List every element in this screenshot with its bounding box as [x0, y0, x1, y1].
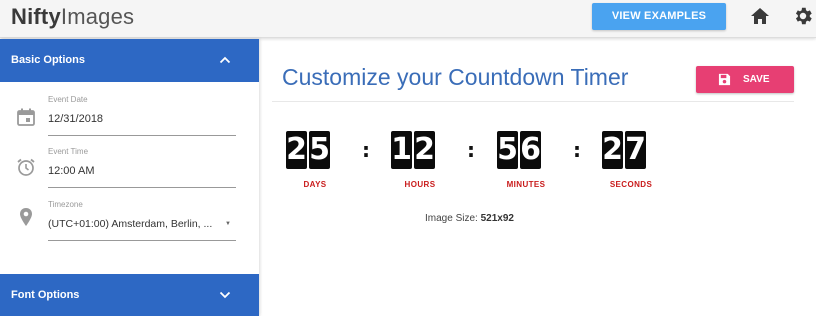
seconds-label: SECONDS	[609, 180, 653, 189]
countdown-timer-preview: 2 5 : 1 2 : 5 6 : 2 7 DAYS HOURS MINUTES…	[282, 128, 674, 192]
image-size-value: 521x92	[480, 213, 514, 224]
timezone-underline	[48, 240, 236, 241]
alarm-clock-icon	[17, 158, 35, 176]
font-options-label: Font Options	[11, 289, 80, 301]
days-label: DAYS	[303, 180, 327, 189]
save-button[interactable]: SAVE	[696, 66, 794, 93]
event-time-underline	[48, 187, 236, 188]
event-date-label: Event Date	[48, 95, 88, 104]
colon-separator: :	[467, 138, 475, 162]
minutes-digit-1: 5	[497, 131, 518, 169]
calendar-icon	[17, 108, 35, 126]
floppy-disk-icon	[718, 73, 731, 86]
page-title: Customize your Countdown Timer	[282, 64, 629, 90]
font-options-header[interactable]: Font Options	[0, 274, 259, 316]
basic-options-header[interactable]: Basic Options	[0, 39, 259, 82]
seconds-digit-1: 2	[602, 131, 623, 169]
view-examples-button[interactable]: VIEW EXAMPLES	[592, 3, 726, 30]
gear-icon[interactable]	[792, 5, 814, 27]
event-date-value[interactable]: 12/31/2018	[48, 113, 103, 125]
timezone-field[interactable]: Timezone (UTC+01:00) Amsterdam, Berlin, …	[0, 199, 259, 257]
image-size-label: Image Size:	[425, 213, 478, 224]
chevron-up-icon[interactable]	[219, 55, 231, 65]
home-icon[interactable]	[750, 7, 770, 25]
minutes-digit-2: 6	[520, 131, 541, 169]
top-bar: NiftyImages VIEW EXAMPLES	[0, 0, 816, 38]
save-label: SAVE	[743, 74, 770, 85]
dropdown-caret-icon[interactable]: ▼	[225, 221, 231, 227]
timezone-value[interactable]: (UTC+01:00) Amsterdam, Berlin, ...	[48, 218, 212, 230]
hours-digit-2: 2	[414, 131, 435, 169]
event-date-underline	[48, 135, 236, 136]
sidebar: Basic Options Event Date 12/31/2018 Even…	[0, 39, 259, 316]
hours-label: HOURS	[404, 180, 436, 189]
event-time-value[interactable]: 12:00 AM	[48, 165, 94, 177]
days-digit-2: 5	[309, 131, 330, 169]
logo-light-text: Images	[60, 4, 135, 29]
seconds-digit-2: 7	[625, 131, 646, 169]
basic-options-label: Basic Options	[11, 54, 85, 66]
title-divider	[272, 101, 794, 102]
days-digit-1: 2	[286, 131, 307, 169]
timezone-label: Timezone	[48, 200, 83, 209]
event-time-label: Event Time	[48, 147, 89, 156]
colon-separator: :	[362, 138, 370, 162]
minutes-label: MINUTES	[506, 180, 546, 189]
chevron-down-icon[interactable]	[219, 290, 231, 300]
colon-separator: :	[573, 138, 581, 162]
hours-digit-1: 1	[391, 131, 412, 169]
location-pin-icon	[20, 208, 32, 226]
logo[interactable]: NiftyImages	[11, 4, 134, 30]
event-time-field[interactable]: Event Time 12:00 AM	[0, 143, 259, 201]
image-size-info: Image Size: 521x92	[425, 213, 514, 224]
event-date-field[interactable]: Event Date 12/31/2018	[0, 91, 259, 149]
logo-bold-text: Nifty	[11, 4, 61, 29]
